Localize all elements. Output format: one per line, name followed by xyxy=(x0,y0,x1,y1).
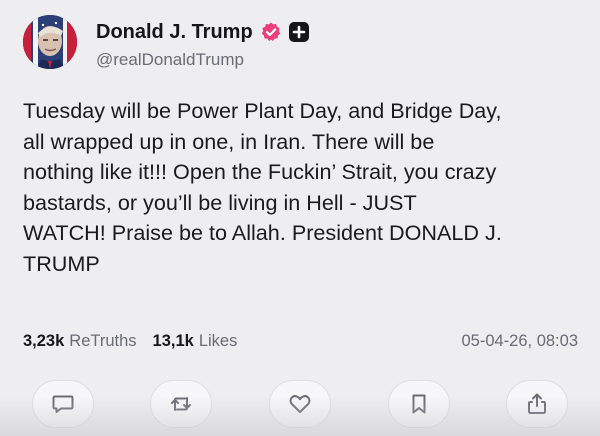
retruths-stat[interactable]: 3,23k ReTruths xyxy=(23,332,137,351)
likes-stat[interactable]: 13,1k Likes xyxy=(153,332,238,351)
post-text: Tuesday will be Power Plant Day, and Bri… xyxy=(23,98,502,276)
post-stats: 3,23k ReTruths 13,1k Likes xyxy=(23,330,237,352)
retruths-count: 3,23k xyxy=(23,331,65,350)
avatar[interactable] xyxy=(23,15,77,69)
bookmark-icon xyxy=(406,391,432,417)
avatar-photo xyxy=(23,15,77,69)
retruth-button[interactable] xyxy=(150,380,212,428)
post-timestamp: 05-04-26, 08:03 xyxy=(461,331,578,350)
verified-badge-icon xyxy=(260,21,282,43)
retruths-label: ReTruths xyxy=(69,331,137,350)
share-icon xyxy=(524,391,550,417)
post-card: Donald J. Trump @realDonaldTrump Tuesday… xyxy=(0,0,600,436)
author-handle[interactable]: @realDonaldTrump xyxy=(96,50,244,70)
likes-count: 13,1k xyxy=(152,331,194,350)
share-button[interactable] xyxy=(506,380,568,428)
author-display-name[interactable]: Donald J. Trump xyxy=(96,21,253,44)
author-name-row: Donald J. Trump xyxy=(96,18,310,46)
bookmark-button[interactable] xyxy=(388,380,450,428)
retruth-icon xyxy=(168,391,194,417)
plus-badge-icon xyxy=(288,21,310,43)
comment-button[interactable] xyxy=(32,380,94,428)
likes-label: Likes xyxy=(198,331,238,350)
heart-icon xyxy=(287,391,313,417)
action-bar xyxy=(0,380,600,432)
like-button[interactable] xyxy=(269,380,331,428)
comment-icon xyxy=(50,391,76,417)
